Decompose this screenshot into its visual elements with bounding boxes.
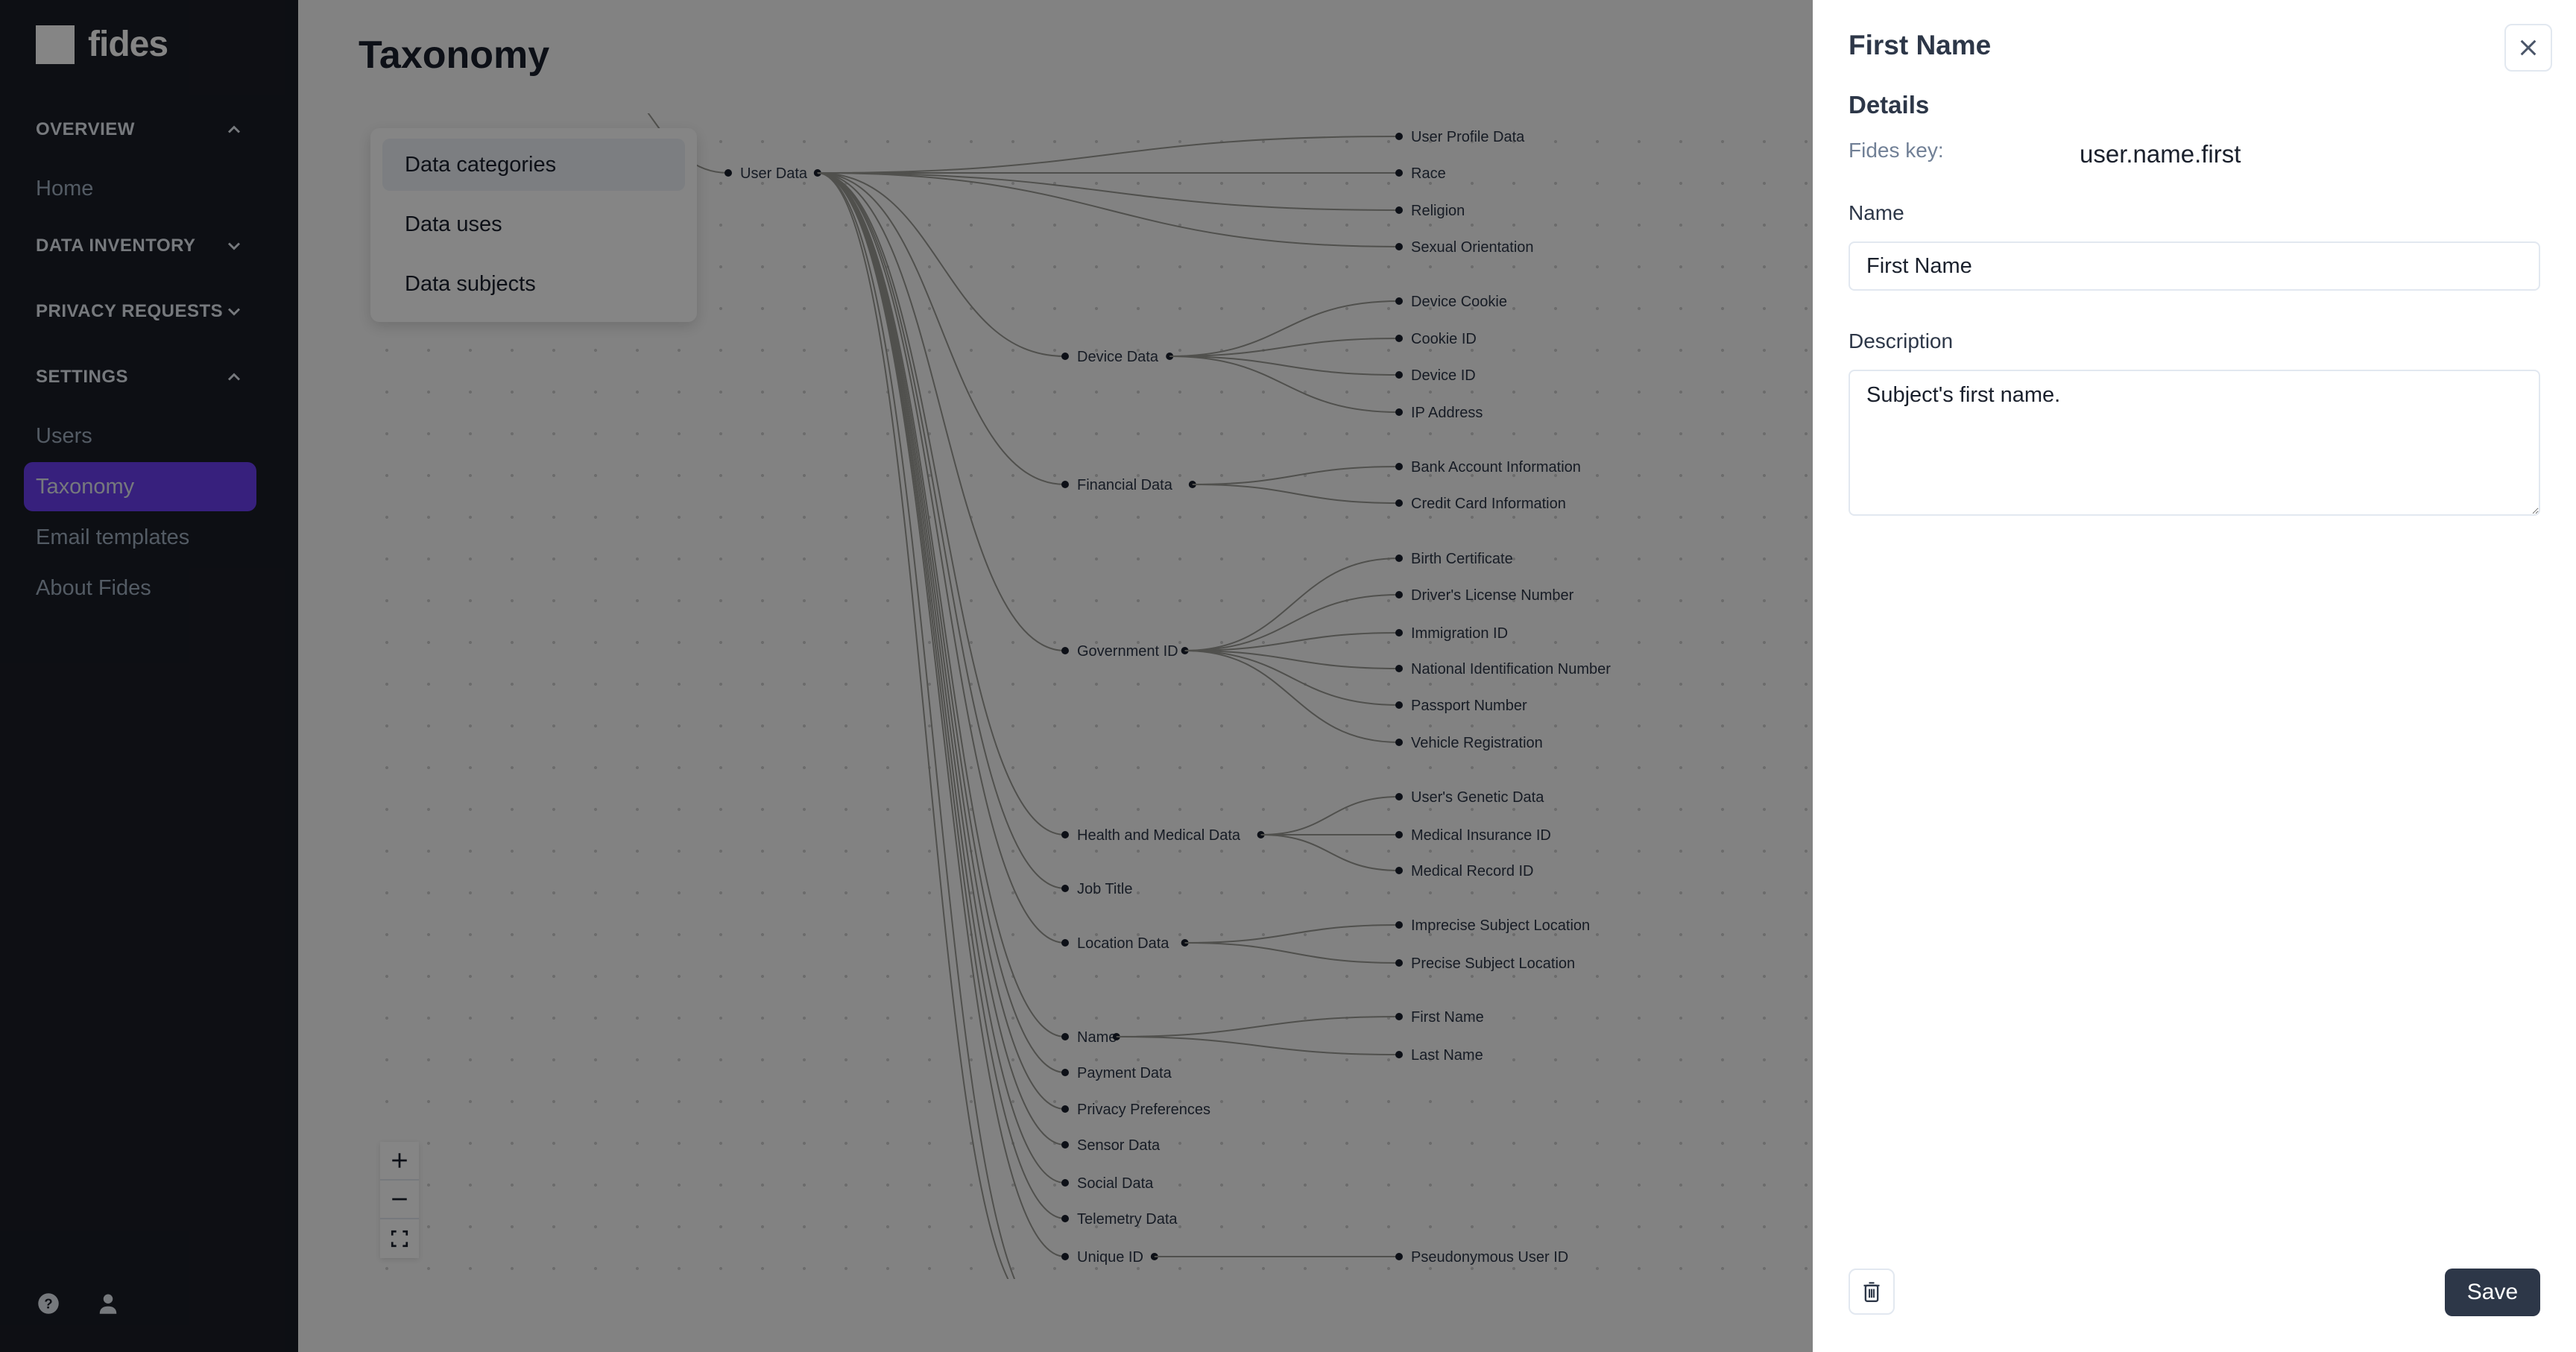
modal-overlay[interactable] [0, 0, 1813, 1352]
delete-button[interactable] [1849, 1269, 1895, 1315]
name-input[interactable] [1849, 241, 2540, 291]
description-textarea[interactable]: Subject's first name. [1849, 370, 2540, 516]
drawer-title: First Name [1849, 30, 1992, 60]
name-label: Name [1849, 201, 1904, 224]
fides-key-label: Fides key: [1849, 139, 1944, 162]
close-icon [2520, 40, 2536, 56]
close-button[interactable] [2504, 24, 2552, 72]
trash-icon [1863, 1282, 1880, 1302]
details-heading: Details [1849, 91, 1930, 119]
description-label: Description [1849, 329, 1954, 353]
save-button[interactable]: Save [2445, 1269, 2540, 1316]
edit-drawer: First Name Details Fides key: user.name.… [1813, 0, 2576, 1352]
fides-key-value: user.name.first [2080, 140, 2241, 168]
